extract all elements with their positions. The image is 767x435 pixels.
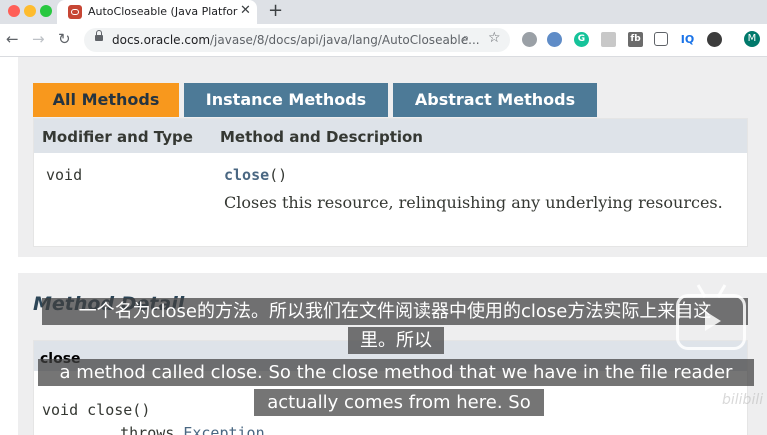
subtitle-en-line1: a method called close. So the close meth… xyxy=(38,359,754,386)
iq-icon[interactable]: IQ xyxy=(680,32,695,47)
profile-avatar[interactable]: M xyxy=(744,31,760,47)
method-signature: void close() xyxy=(42,401,151,419)
url-text[interactable]: docs.oracle.com/javase/8/docs/api/java/l… xyxy=(112,33,480,47)
browser-toolbar: ← → ↻ docs.oracle.com/javase/8/docs/api/… xyxy=(0,24,767,57)
tab-all-methods[interactable]: All Methods xyxy=(33,83,179,117)
maximize-window-button[interactable] xyxy=(40,5,52,17)
new-tab-button[interactable]: + xyxy=(268,0,283,21)
close-window-button[interactable] xyxy=(8,5,20,17)
method-params: () xyxy=(269,166,288,184)
row-modifier: void xyxy=(46,166,83,184)
grammarly-icon[interactable]: G xyxy=(574,32,589,47)
bookmark-star-icon[interactable]: ☆ xyxy=(488,30,501,46)
forward-button[interactable]: → xyxy=(32,30,45,48)
extension-icon-8[interactable] xyxy=(707,32,722,47)
url-path: /javase/8/docs/api/java/lang/AutoCloseab… xyxy=(210,33,480,47)
table-header: Modifier and Type Method and Description xyxy=(34,119,747,153)
extension-icon-4[interactable] xyxy=(601,32,616,47)
back-button[interactable]: ← xyxy=(6,30,19,48)
tab-title: AutoCloseable (Java Platform S xyxy=(88,5,238,18)
oracle-favicon-icon xyxy=(68,5,82,19)
browser-tab-bar: AutoCloseable (Java Platform S ✕ + xyxy=(0,0,767,24)
extension-icon-1[interactable] xyxy=(522,32,537,47)
subtitle-zh-line1: 一个名为close的方法。所以我们在文件阅读器中使用的close方法实际上来自这 xyxy=(42,298,748,325)
tab-instance-methods[interactable]: Instance Methods xyxy=(184,83,388,117)
tab-abstract-methods[interactable]: Abstract Methods xyxy=(393,83,597,117)
browser-tab[interactable]: AutoCloseable (Java Platform S ✕ xyxy=(57,0,257,24)
exception-link[interactable]: Exception xyxy=(183,424,264,435)
address-bar[interactable]: docs.oracle.com/javase/8/docs/api/java/l… xyxy=(84,28,510,52)
header-modifier-type: Modifier and Type xyxy=(42,128,193,146)
zoom-icon[interactable]: ⌕ xyxy=(462,31,469,46)
subtitle-en-line2: actually comes from here. So xyxy=(254,389,544,416)
method-throws: throws Exception xyxy=(84,424,265,435)
pocket-icon[interactable] xyxy=(654,32,668,46)
url-host: docs.oracle.com xyxy=(112,33,211,47)
reload-button[interactable]: ↻ xyxy=(58,30,71,48)
bilibili-tv-watermark-icon xyxy=(676,294,746,350)
row-description: Closes this resource, relinquishing any … xyxy=(224,193,723,212)
row-method: close() xyxy=(224,166,287,184)
method-detail-box: close void close() throws Exception xyxy=(33,340,748,435)
throws-keyword: throws xyxy=(84,424,184,435)
subtitle-zh-line2: 里。所以 xyxy=(348,327,444,354)
header-method-description: Method and Description xyxy=(220,128,423,146)
bilibili-watermark-text: bilibili xyxy=(722,392,764,408)
method-summary-table: Modifier and Type Method and Description… xyxy=(33,118,748,247)
close-method-link[interactable]: close xyxy=(224,166,269,184)
extension-icon-2[interactable] xyxy=(547,32,562,47)
tab-close-icon[interactable]: ✕ xyxy=(240,3,251,18)
extension-icon-5[interactable]: fb xyxy=(628,32,643,47)
lock-icon xyxy=(95,30,103,41)
minimize-window-button[interactable] xyxy=(24,5,36,17)
